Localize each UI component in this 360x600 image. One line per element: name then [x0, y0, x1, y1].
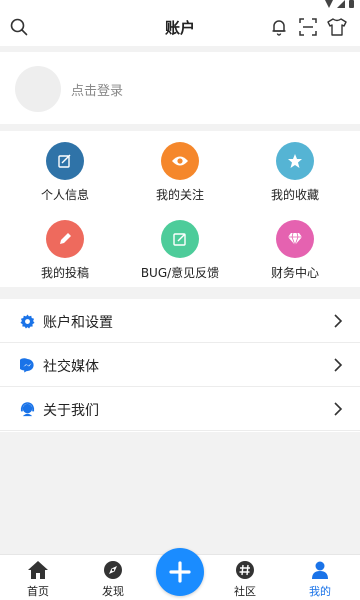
add-post-button[interactable] [156, 548, 204, 596]
wifi-icon [325, 0, 333, 8]
star-icon [276, 142, 314, 180]
home-icon [27, 559, 49, 581]
edit-icon [46, 142, 84, 180]
menu-item-label: 社交媒体 [43, 359, 99, 375]
pencil-icon [46, 220, 84, 258]
tab-label: 社区 [234, 585, 256, 598]
menu-item-about-us[interactable]: 关于我们 [0, 387, 360, 431]
plus-icon [169, 561, 191, 583]
grid-item-label: BUG/意见反馈 [140, 266, 220, 280]
login-card[interactable]: 点击登录 [0, 52, 360, 124]
menu-item-account-settings[interactable]: 账户和设置 [0, 299, 360, 343]
grid-item-label: 个人信息 [40, 188, 89, 202]
grid-item-label: 财务中心 [270, 266, 319, 280]
grid-item-personal-info[interactable]: 个人信息 [5, 142, 125, 212]
tab-label: 发现 [102, 585, 124, 598]
chevron-right-icon [334, 402, 343, 416]
tab-discover[interactable]: 发现 [83, 559, 143, 599]
settings-menu: 账户和设置 社交媒体 关于我们 [0, 299, 360, 432]
tshirt-icon[interactable] [326, 16, 348, 38]
messenger-icon [19, 357, 35, 373]
grid-item-feedback[interactable]: BUG/意见反馈 [120, 220, 240, 290]
feedback-icon [161, 220, 199, 258]
grid-item-label: 我的投稿 [40, 266, 89, 280]
tab-mine[interactable]: 我的 [290, 559, 350, 599]
eye-icon [161, 142, 199, 180]
menu-item-label: 关于我们 [43, 403, 99, 419]
compass-icon [102, 559, 124, 581]
battery-icon [349, 0, 354, 8]
diamond-icon [276, 220, 314, 258]
user-icon [309, 559, 331, 581]
grid-item-label: 我的收藏 [270, 188, 319, 202]
bell-icon[interactable] [268, 16, 290, 38]
chevron-right-icon [334, 314, 343, 328]
grid-item-finance-center[interactable]: 财务中心 [235, 220, 355, 290]
login-prompt[interactable]: 点击登录 [71, 80, 123, 99]
header: 账户 [0, 10, 360, 46]
support-icon [19, 401, 35, 417]
grid-item-my-submissions[interactable]: 我的投稿 [5, 220, 125, 290]
menu-item-social-media[interactable]: 社交媒体 [0, 343, 360, 387]
gear-icon [19, 313, 35, 329]
avatar[interactable] [15, 66, 61, 112]
menu-item-label: 账户和设置 [43, 315, 113, 331]
grid-item-my-favorites[interactable]: 我的收藏 [235, 142, 355, 212]
tab-community[interactable]: 社区 [215, 559, 275, 599]
scan-icon[interactable] [297, 16, 319, 38]
tab-label: 首页 [27, 585, 49, 598]
signal-icon [337, 0, 345, 8]
tab-home[interactable]: 首页 [8, 559, 68, 599]
tab-label: 我的 [309, 585, 331, 598]
chevron-right-icon [334, 358, 343, 372]
grid-item-my-follows[interactable]: 我的关注 [120, 142, 240, 212]
grid-item-label: 我的关注 [155, 188, 204, 202]
feature-grid: 个人信息 我的关注 我的收藏 我的投稿 BUG/意见反馈 财务中心 [0, 131, 360, 287]
status-bar [0, 0, 360, 10]
hashtag-icon [234, 559, 256, 581]
